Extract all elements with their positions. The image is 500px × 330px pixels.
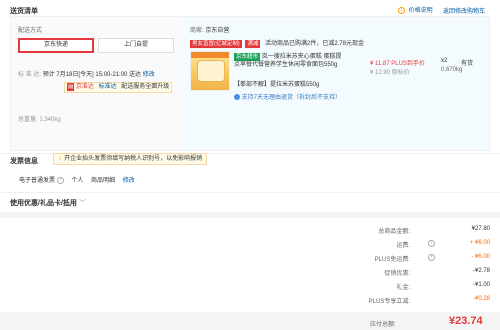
invoice-row: 电子普通发票 ? 个人 商品明细 修改 [19,176,135,184]
item-weight: 0.670kg [441,67,463,73]
promo-tag-red: 男女直冒(亿城定制) [190,40,242,48]
help-icon[interactable]: ? [56,176,64,184]
total-label: 应付总额: [370,322,396,328]
promo-tag-manjian: 满减 [245,40,261,48]
info-icon[interactable]: i [428,240,435,247]
gift-text: 【拳部不解】提拉米苏蛋糕550g [234,82,320,88]
delivery-time-label: 标 准 达: [18,72,42,78]
jd-supermarket-badge: 京东超市 [234,53,261,61]
delivery-time-value: 预计 7月18日[今天] 15:00-21:00 送达 [42,72,142,78]
price-note-link[interactable]: i 价格说明 [398,5,433,14]
delivery-time-row: 标 准 达: 预计 7月18日[今天] 15:00-21:00 送达 修改 [18,69,155,78]
info-icon[interactable]: i [428,254,435,261]
promo-row: 男女直冒(亿城定制) 满减 活动商品已购满2件，已减2.78元现金 [190,38,364,48]
shipping-option-pickup[interactable]: 上门自提 [98,38,174,53]
coupon-toggle[interactable]: 使用优惠/礼品卡/抵用 ﹀ [10,198,86,208]
total-bar [0,312,500,330]
jd-express-icon: ▤ [67,83,75,91]
invoice-modify-link[interactable]: 修改 [123,178,135,184]
section-band [0,212,500,218]
section-title-shipping: 送货清单 [10,8,38,15]
lightbulb-icon: ♁ [58,156,63,162]
promo-text: 活动商品已购满2件，已减2.78元现金 [265,41,365,47]
info-icon: i [398,6,405,14]
section-title-invoice: 发票信息 [10,158,38,165]
return-policy-row: 支持7天无理由退货（拆封后不支持） [234,92,341,101]
seller-row: 商家: 京东自营 [190,28,230,34]
weight-row: 总重量: 1.340kg [18,117,61,123]
original-price: ¥ 12.90 原标价 [370,70,410,76]
quantity: x2 [441,58,448,64]
product-title-row[interactable]: 京东超市 岚一搜拉米苏夹心蛋糕 蛋糕提点早餐代餐营养学生休闲零食面包550g [234,53,344,69]
back-to-cart-link[interactable]: 返回修改购物车 [443,6,485,15]
divider [0,192,500,193]
plus-price: ¥ 11.87 PLUS到手价 [370,61,425,67]
delivery-modify-link[interactable]: 修改 [143,72,155,78]
service-upgrade-banner: ▤ 京准达 标准达 配送服务全面升级 [64,82,172,93]
product-image-stripe [191,52,229,58]
shipping-label: 配送方式 [18,28,43,34]
invoice-tip: ♁ 开企业抬头发票须填写纳税人识别号，以免影响报销 [53,153,208,165]
shipping-option-jd[interactable]: 京东快递 [18,38,94,53]
return-policy-icon [234,94,240,101]
product-image[interactable] [190,51,230,91]
chevron-down-icon: ﹀ [78,200,86,207]
product-image-detail [197,60,225,82]
stock-status: 有货 [461,61,474,67]
total-value: ¥23.74 [449,315,483,327]
